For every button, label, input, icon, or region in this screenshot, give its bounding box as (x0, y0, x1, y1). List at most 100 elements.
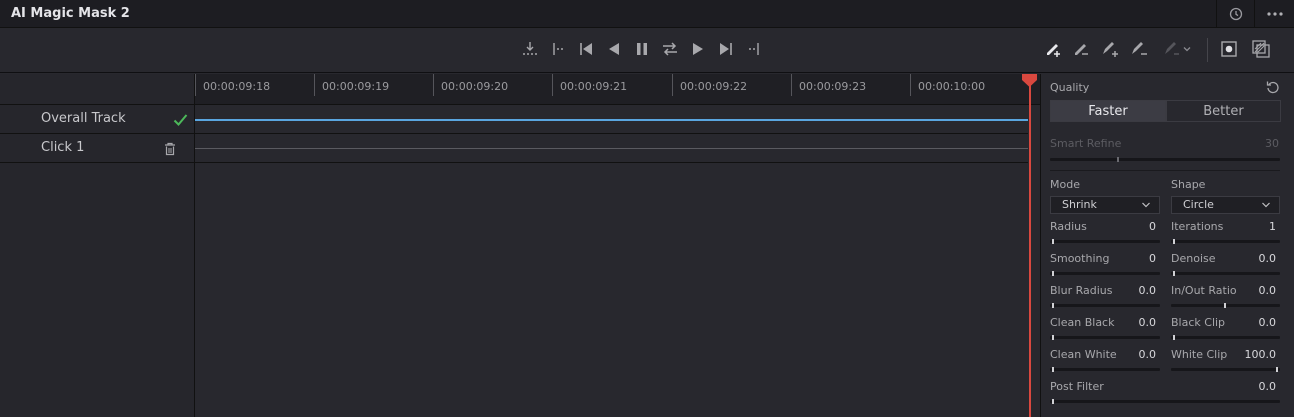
toolbar (0, 28, 1294, 73)
paint-mode-dropdown[interactable] (1158, 36, 1196, 62)
slider-knob[interactable] (1224, 303, 1226, 308)
slider-knob[interactable] (1173, 271, 1175, 276)
slider-knob[interactable] (1052, 367, 1054, 372)
mask-view-icon (1252, 40, 1270, 58)
quality-better-button[interactable]: Better (1166, 100, 1281, 122)
play-reverse-button[interactable] (601, 36, 627, 62)
ruler-tick (195, 74, 196, 96)
add-refine-pen-button[interactable] (1097, 36, 1123, 62)
smoothing-label: Smoothing (1050, 252, 1110, 265)
shape-label: Shape (1171, 178, 1206, 191)
slider-knob[interactable] (1276, 367, 1278, 372)
denoise-slider[interactable] (1171, 271, 1280, 276)
timeline-ruler[interactable]: 00:00:09:18 00:00:09:19 00:00:09:20 00:0… (195, 74, 1040, 105)
track-list-header (0, 74, 195, 105)
white-clip-value: 100.0 (1244, 348, 1277, 361)
more-options-button[interactable] (1254, 0, 1294, 27)
track-row-click-1[interactable]: Click 1 (0, 134, 195, 163)
trash-icon[interactable] (164, 142, 176, 156)
overlay-toggle-button[interactable] (1216, 36, 1242, 62)
timeline-area[interactable] (195, 105, 1040, 417)
playhead-handle[interactable] (1022, 74, 1037, 87)
mask-view-button[interactable] (1248, 36, 1274, 62)
denoise-label: Denoise (1171, 252, 1216, 265)
track-to-start-icon (553, 43, 563, 55)
mode-dropdown[interactable]: Shrink (1050, 196, 1160, 214)
smoothing-slider[interactable] (1050, 271, 1160, 276)
slider-knob[interactable] (1052, 239, 1054, 244)
track-lane-overall (195, 105, 1028, 134)
slider-knob[interactable] (1052, 335, 1054, 340)
smart-refine-value: 30 (1265, 137, 1279, 150)
denoise-value: 0.0 (1258, 252, 1277, 265)
timecode-label: 00:00:09:23 (799, 80, 867, 93)
track-label: Overall Track (41, 111, 126, 126)
panel-divider (1050, 170, 1280, 171)
toolbar-divider (1207, 38, 1208, 62)
pause-button[interactable] (629, 36, 655, 62)
loop-button[interactable] (657, 36, 683, 62)
add-mask-pen-button[interactable] (1040, 36, 1066, 62)
playhead[interactable] (1029, 74, 1031, 417)
jump-to-start-button[interactable] (573, 36, 599, 62)
clean-white-slider[interactable] (1050, 367, 1160, 372)
clean-black-slider[interactable] (1050, 335, 1160, 340)
ruler-tick (672, 74, 673, 96)
iterations-slider[interactable] (1171, 239, 1280, 244)
quality-faster-button[interactable]: Faster (1050, 100, 1166, 122)
slider-knob[interactable] (1052, 399, 1054, 404)
remove-mask-pen-icon (1075, 44, 1088, 55)
play-reverse-icon (609, 43, 619, 55)
paint-mode-icon (1165, 42, 1179, 55)
black-clip-label: Black Clip (1171, 316, 1226, 329)
iterations-value: 1 (1269, 220, 1276, 233)
ruler-tick (433, 74, 434, 96)
mode-label: Mode (1050, 178, 1080, 191)
black-clip-slider[interactable] (1171, 335, 1280, 340)
post-filter-label: Post Filter (1050, 380, 1104, 393)
slider-knob[interactable] (1052, 303, 1054, 308)
reset-icon[interactable] (1266, 80, 1280, 94)
slider-knob[interactable] (1173, 335, 1175, 340)
clean-black-label: Clean Black (1050, 316, 1115, 329)
post-filter-value: 0.0 (1258, 380, 1277, 393)
slider-knob[interactable] (1173, 239, 1175, 244)
white-clip-slider[interactable] (1171, 367, 1280, 372)
slider-knob[interactable] (1117, 157, 1119, 162)
shape-dropdown[interactable]: Circle (1171, 196, 1280, 214)
track-row-overall[interactable]: Overall Track (0, 105, 195, 134)
radius-slider[interactable] (1050, 239, 1160, 244)
track-list: Overall Track Click 1 (0, 74, 195, 417)
track-to-start-button[interactable] (545, 36, 571, 62)
play-forward-button[interactable] (685, 36, 711, 62)
reset-history-button[interactable] (1216, 0, 1254, 27)
jump-to-end-button[interactable] (713, 36, 739, 62)
track-backward-frame-button[interactable] (517, 36, 543, 62)
track-line (195, 148, 1028, 149)
window-title: AI Magic Mask 2 (11, 6, 130, 21)
magic-mask-settings-panel: Quality Faster Better Smart Refine 30 Mo… (1040, 74, 1294, 417)
quality-label: Quality (1050, 81, 1090, 94)
post-filter-slider[interactable] (1050, 399, 1280, 404)
track-to-end-button[interactable] (741, 36, 767, 62)
smart-refine-slider[interactable] (1050, 157, 1280, 162)
timecode-label: 00:00:09:20 (441, 80, 509, 93)
overlay-toggle-icon (1221, 41, 1237, 57)
remove-refine-pen-button[interactable] (1126, 36, 1152, 62)
in-out-ratio-label: In/Out Ratio (1171, 284, 1237, 297)
chevron-down-icon (1183, 47, 1191, 52)
check-icon (173, 114, 188, 126)
more-icon (1266, 11, 1283, 16)
blur-radius-label: Blur Radius (1050, 284, 1113, 297)
remove-mask-pen-button[interactable] (1068, 36, 1094, 62)
slider-knob[interactable] (1052, 271, 1054, 276)
in-out-ratio-slider[interactable] (1171, 303, 1280, 308)
in-out-ratio-value: 0.0 (1258, 284, 1277, 297)
clean-white-label: Clean White (1050, 348, 1117, 361)
jump-to-end-icon (720, 43, 732, 55)
blur-radius-slider[interactable] (1050, 303, 1160, 308)
add-mask-pen-icon (1047, 44, 1060, 57)
loop-icon (663, 42, 677, 56)
iterations-label: Iterations (1171, 220, 1224, 233)
play-forward-icon (693, 43, 703, 55)
